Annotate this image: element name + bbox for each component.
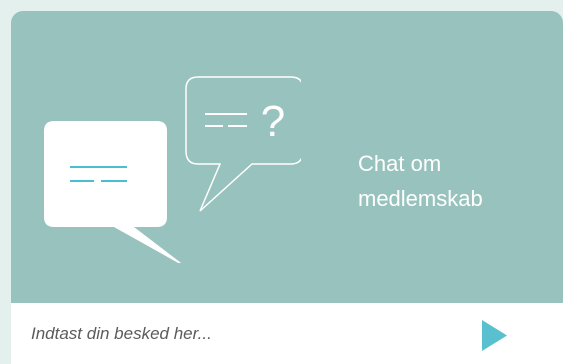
chat-widget-card: ? Chat om medlemskab (11, 11, 563, 364)
white-message-bubble (44, 121, 189, 269)
send-message-button[interactable] (479, 320, 509, 351)
chat-title-line-1: Chat om (358, 151, 442, 176)
chat-title: Chat om medlemskab (358, 146, 548, 216)
question-mark-glyph: ? (261, 97, 285, 146)
message-input-bar (11, 303, 563, 364)
chat-title-line-2: medlemskab (358, 186, 483, 211)
message-input[interactable] (31, 303, 461, 364)
play-triangle-icon (482, 320, 507, 351)
chat-bubbles-icon: ? (39, 73, 304, 269)
